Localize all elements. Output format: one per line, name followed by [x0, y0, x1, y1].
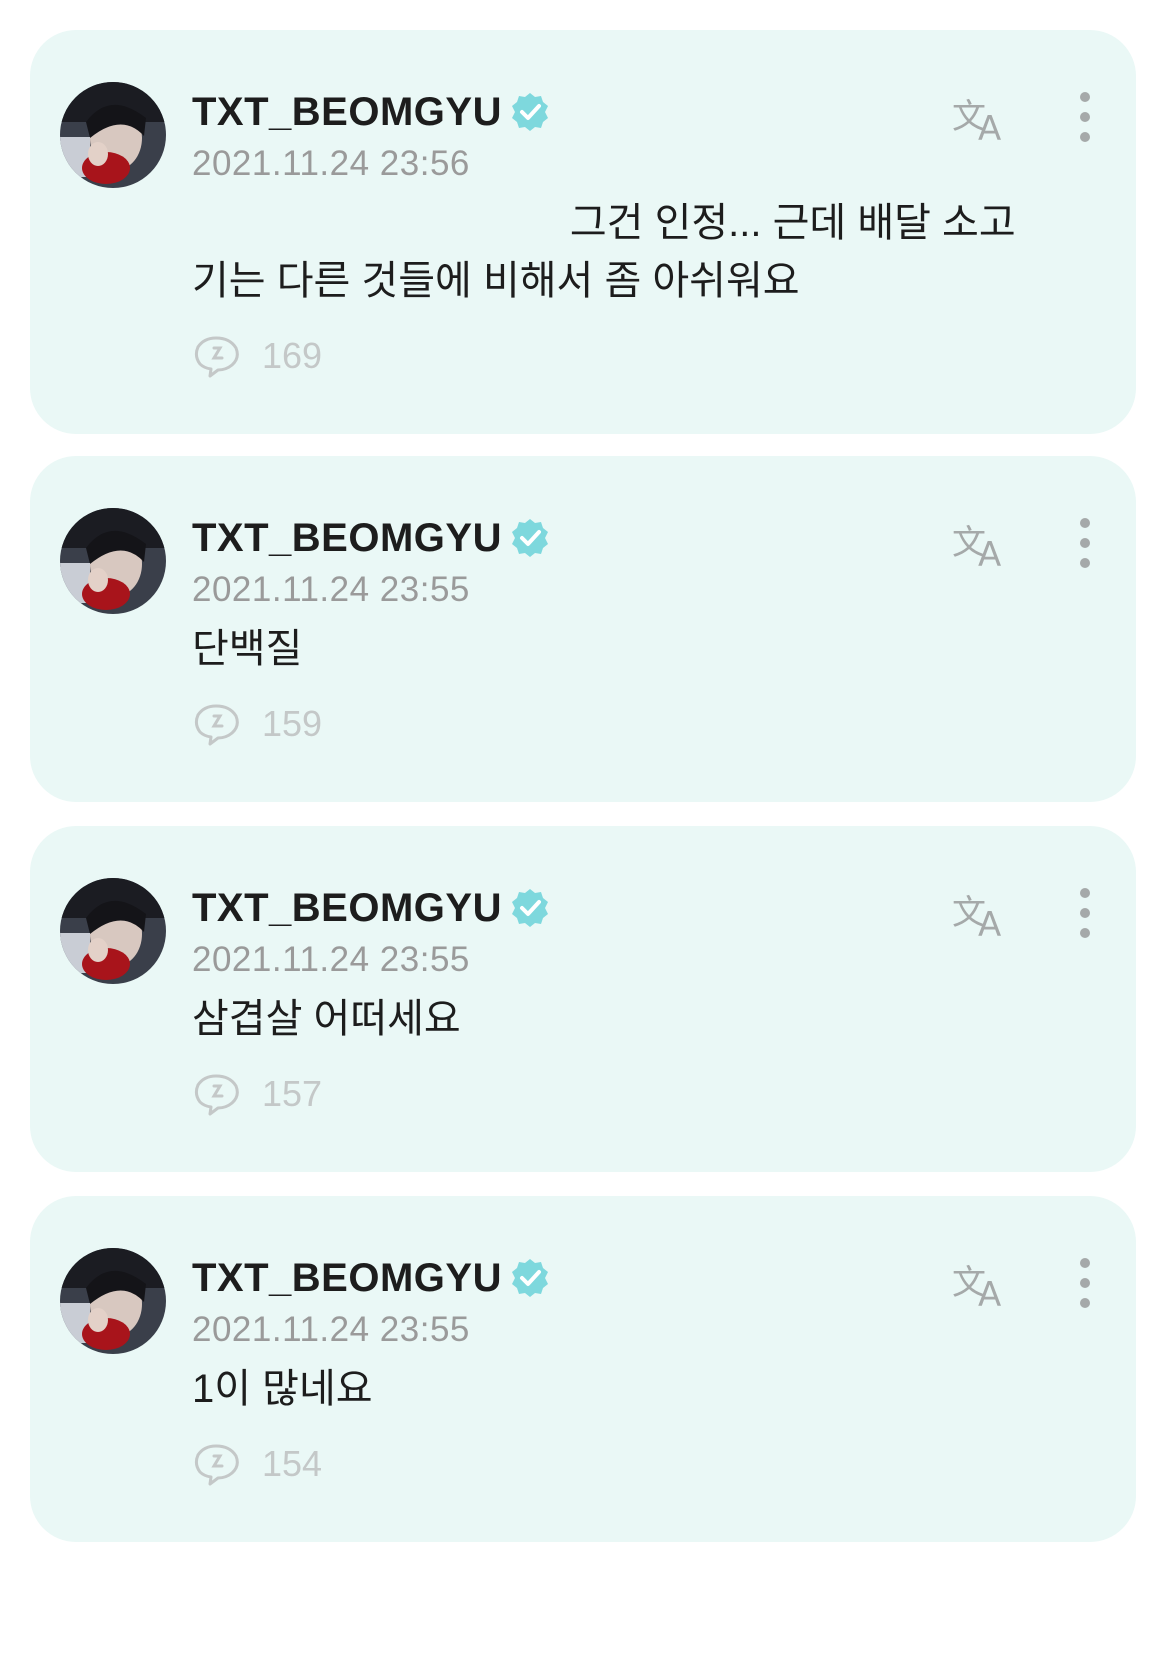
svg-text:A: A: [978, 535, 1001, 570]
post-text: 1이 많네요: [192, 1367, 373, 1411]
post-card: TXT_BEOMGYU 2021.11.24 23:56 文 A 그건 인정..…: [30, 30, 1136, 434]
reply-bubble-icon: [194, 1074, 239, 1116]
name-row: TXT_BEOMGYU: [192, 884, 550, 932]
verified-badge-icon: [510, 888, 550, 928]
post-text: 삼겹살 어떠세요: [192, 997, 461, 1041]
username[interactable]: TXT_BEOMGYU: [192, 1254, 502, 1302]
reply-count: 154: [262, 1443, 323, 1484]
post-card: TXT_BEOMGYU 2021.11.24 23:55 文 A 단백질 159: [30, 456, 1136, 802]
reply-count: 159: [262, 703, 323, 744]
reply-button[interactable]: 159: [192, 702, 322, 746]
verified-badge-icon: [510, 1258, 550, 1298]
reply-button[interactable]: 157: [192, 1072, 322, 1116]
translate-icon[interactable]: 文 A: [952, 92, 1014, 149]
reply-count: 157: [262, 1073, 323, 1114]
reply-bubble-icon: [194, 1444, 239, 1486]
avatar[interactable]: [60, 508, 166, 614]
reply-button[interactable]: 169: [192, 334, 322, 378]
name-row: TXT_BEOMGYU: [192, 1254, 550, 1302]
username[interactable]: TXT_BEOMGYU: [192, 884, 502, 932]
timestamp: 2021.11.24 23:55: [192, 940, 470, 979]
more-options-icon[interactable]: [1076, 92, 1094, 142]
translate-icon[interactable]: 文 A: [952, 888, 1014, 945]
verified-badge-icon: [510, 92, 550, 132]
more-options-icon[interactable]: [1076, 518, 1094, 568]
post-card: TXT_BEOMGYU 2021.11.24 23:55 文 A 삼겹살 어떠세…: [30, 826, 1136, 1172]
avatar[interactable]: [60, 1248, 166, 1354]
avatar[interactable]: [60, 878, 166, 984]
translate-icon[interactable]: 文 A: [952, 518, 1014, 575]
post-card: TXT_BEOMGYU 2021.11.24 23:55 文 A 1이 많네요: [30, 1196, 1136, 1542]
svg-text:A: A: [978, 905, 1001, 940]
reply-button[interactable]: 154: [192, 1442, 322, 1486]
timestamp: 2021.11.24 23:55: [192, 1310, 470, 1349]
post-text: 단백질: [192, 627, 303, 671]
username[interactable]: TXT_BEOMGYU: [192, 88, 502, 136]
verified-badge-icon: [510, 518, 550, 558]
reply-bubble-icon: [194, 336, 239, 378]
username[interactable]: TXT_BEOMGYU: [192, 514, 502, 562]
reply-count: 169: [262, 335, 323, 376]
svg-text:A: A: [978, 109, 1001, 144]
post-text: 그건 인정... 근데 배달 소고 기는 다른 것들에 비해서 좀 아쉬워요: [192, 201, 1016, 303]
svg-text:A: A: [978, 1275, 1001, 1310]
avatar[interactable]: [60, 82, 166, 188]
timestamp: 2021.11.24 23:56: [192, 144, 470, 183]
name-row: TXT_BEOMGYU: [192, 88, 550, 136]
more-options-icon[interactable]: [1076, 888, 1094, 938]
reply-bubble-icon: [194, 704, 239, 746]
more-options-icon[interactable]: [1076, 1258, 1094, 1308]
post-feed: TXT_BEOMGYU 2021.11.24 23:56 文 A 그건 인정..…: [0, 0, 1170, 1679]
name-row: TXT_BEOMGYU: [192, 514, 550, 562]
timestamp: 2021.11.24 23:55: [192, 570, 470, 609]
translate-icon[interactable]: 文 A: [952, 1258, 1014, 1315]
